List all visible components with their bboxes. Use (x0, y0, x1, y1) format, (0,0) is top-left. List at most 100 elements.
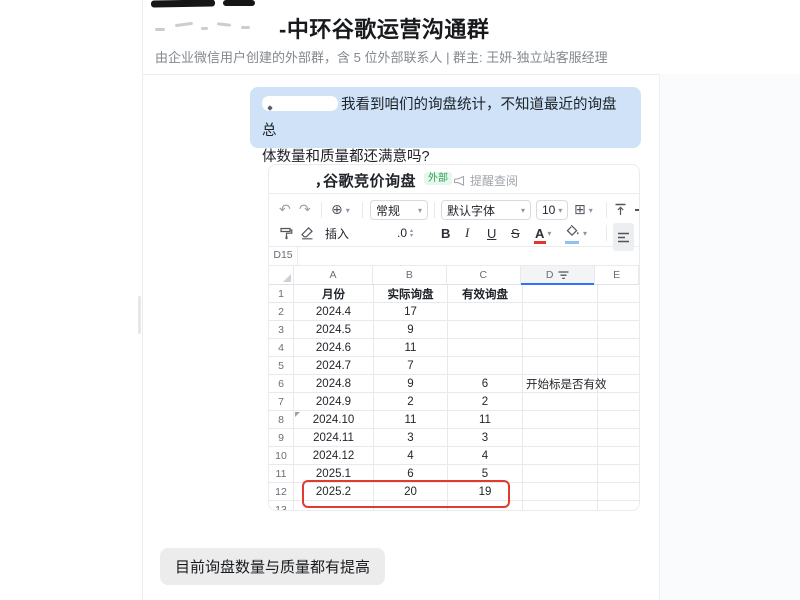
sheet-cell[interactable]: 17 (374, 303, 448, 321)
sheet-cell[interactable] (523, 411, 598, 429)
sheet-cell[interactable]: 6 (448, 375, 523, 393)
sheet-cell[interactable] (598, 429, 640, 447)
column-header-C[interactable]: C (447, 266, 521, 284)
sheet-cell[interactable] (523, 483, 598, 501)
font-color-button[interactable]: A▾ (535, 223, 551, 243)
sheet-cell[interactable]: 2 (448, 393, 523, 411)
sheet-cell[interactable] (598, 285, 640, 303)
strikethrough-button[interactable]: S (511, 223, 520, 243)
sheet-cell[interactable] (598, 321, 640, 339)
sheet-cell[interactable] (598, 465, 640, 483)
column-header-D[interactable]: D (521, 266, 595, 284)
sheet-cell[interactable] (448, 321, 523, 339)
sheet-cell[interactable]: 5 (448, 465, 523, 483)
column-header-B[interactable]: B (373, 266, 446, 284)
sheet-cell[interactable]: 月份 (294, 285, 374, 303)
sheet-cell[interactable]: 11 (448, 411, 523, 429)
sheet-cell[interactable]: 7 (374, 357, 448, 375)
number-format-select[interactable]: 常规▾ (370, 200, 428, 220)
sheet-cell[interactable]: 11 (374, 411, 448, 429)
sheet-cell[interactable] (598, 357, 640, 375)
row-number[interactable]: 8 (269, 411, 294, 429)
sheet-cell[interactable] (523, 393, 598, 411)
sheet-cell[interactable]: 6 (374, 465, 448, 483)
sheet-cell[interactable]: 2 (374, 393, 448, 411)
sheet-cell[interactable]: 2024.4 (294, 303, 374, 321)
sheet-cell[interactable]: 开始标是否有效 (523, 375, 598, 393)
bold-button[interactable]: B (441, 223, 450, 243)
row-number[interactable]: 5 (269, 357, 294, 375)
redo-button[interactable]: ↷ (299, 200, 311, 220)
column-header-A[interactable]: A (294, 266, 373, 284)
borders-button[interactable]: ⊞▾ (574, 200, 593, 220)
sheet-cell[interactable]: 2024.9 (294, 393, 374, 411)
row-number[interactable]: 13 (269, 501, 294, 511)
insert-button[interactable]: 插入 (325, 223, 349, 243)
sheet-cell[interactable]: 实际询盘 (374, 285, 448, 303)
sheet-cell[interactable] (598, 339, 640, 357)
sheet-cell[interactable] (523, 321, 598, 339)
row-number[interactable]: 3 (269, 321, 294, 339)
sheet-cell[interactable] (523, 465, 598, 483)
underline-button[interactable]: U (487, 223, 496, 243)
sheet-cell[interactable]: 2025.2 (294, 483, 374, 501)
sheet-cell[interactable] (374, 501, 448, 511)
sheet-cell[interactable] (598, 303, 640, 321)
italic-button[interactable]: I (465, 223, 469, 243)
align-left-button[interactable] (613, 223, 634, 251)
sheet-cell[interactable] (523, 285, 598, 303)
spreadsheet-card[interactable]: ， 谷歌竞价询盘 外部 提醒查阅 ↶ ↷ ⊕▾ 常规▾ 默认字体▾ 10▾ ⊞▾ (268, 164, 640, 511)
row-number[interactable]: 12 (269, 483, 294, 501)
sheet-cell[interactable] (294, 501, 374, 511)
row-number[interactable]: 9 (269, 429, 294, 447)
add-button[interactable]: ⊕▾ (331, 200, 350, 220)
font-family-select[interactable]: 默认字体▾ (441, 200, 531, 220)
sheet-cell[interactable]: 2025.1 (294, 465, 374, 483)
row-number[interactable]: 6 (269, 375, 294, 393)
format-painter-button[interactable] (279, 223, 293, 243)
vertical-align-top-button[interactable] (614, 200, 627, 220)
formula-input[interactable] (298, 247, 639, 265)
sheet-cell[interactable] (523, 357, 598, 375)
row-number[interactable]: 1 (269, 285, 294, 303)
sheet-cell[interactable] (598, 447, 640, 465)
scrollbar[interactable] (138, 296, 141, 334)
sheet-cell[interactable]: 9 (374, 375, 448, 393)
sheet-cell[interactable]: 2024.7 (294, 357, 374, 375)
sheet-cell[interactable]: 3 (374, 429, 448, 447)
sheet-cell[interactable] (598, 501, 640, 511)
clear-format-button[interactable] (300, 223, 314, 243)
sheet-cell[interactable]: 2024.6 (294, 339, 374, 357)
sheet-cell[interactable]: 9 (374, 321, 448, 339)
cell-name-box[interactable]: D15 (269, 247, 298, 265)
column-header-E[interactable]: E (595, 266, 639, 284)
sheet-cell[interactable] (448, 501, 523, 511)
sheet-cell[interactable] (448, 339, 523, 357)
sheet-cell[interactable]: 2024.11 (294, 429, 374, 447)
row-number[interactable]: 2 (269, 303, 294, 321)
sheet-cell[interactable]: 11 (374, 339, 448, 357)
sheet-cell[interactable]: 19 (448, 483, 523, 501)
sheet-cell[interactable]: 有效询盘 (448, 285, 523, 303)
sheet-cell[interactable] (598, 483, 640, 501)
sheet-cell[interactable] (598, 393, 640, 411)
sheet-cell[interactable] (598, 411, 640, 429)
sheet-cell[interactable]: 2024.5 (294, 321, 374, 339)
select-all-corner[interactable] (269, 266, 294, 284)
sheet-cell[interactable]: 2024.10 (294, 411, 374, 429)
remind-to-read[interactable]: 提醒查阅 (453, 172, 518, 189)
row-number[interactable]: 10 (269, 447, 294, 465)
row-number[interactable]: 11 (269, 465, 294, 483)
row-number[interactable]: 7 (269, 393, 294, 411)
sheet-cell[interactable] (448, 357, 523, 375)
sheet-cell[interactable] (523, 501, 598, 511)
sheet-cell[interactable]: 2024.12 (294, 447, 374, 465)
sheet-cell[interactable]: 2024.8 (294, 375, 374, 393)
sheet-cell[interactable]: 4 (448, 447, 523, 465)
sheet-cell[interactable] (523, 429, 598, 447)
sheet-cell[interactable]: 4 (374, 447, 448, 465)
sheet-cell[interactable]: 20 (374, 483, 448, 501)
font-size-select[interactable]: 10▾ (536, 200, 568, 220)
sheet-cell[interactable] (523, 339, 598, 357)
fill-color-button[interactable]: ▾ (565, 223, 587, 243)
